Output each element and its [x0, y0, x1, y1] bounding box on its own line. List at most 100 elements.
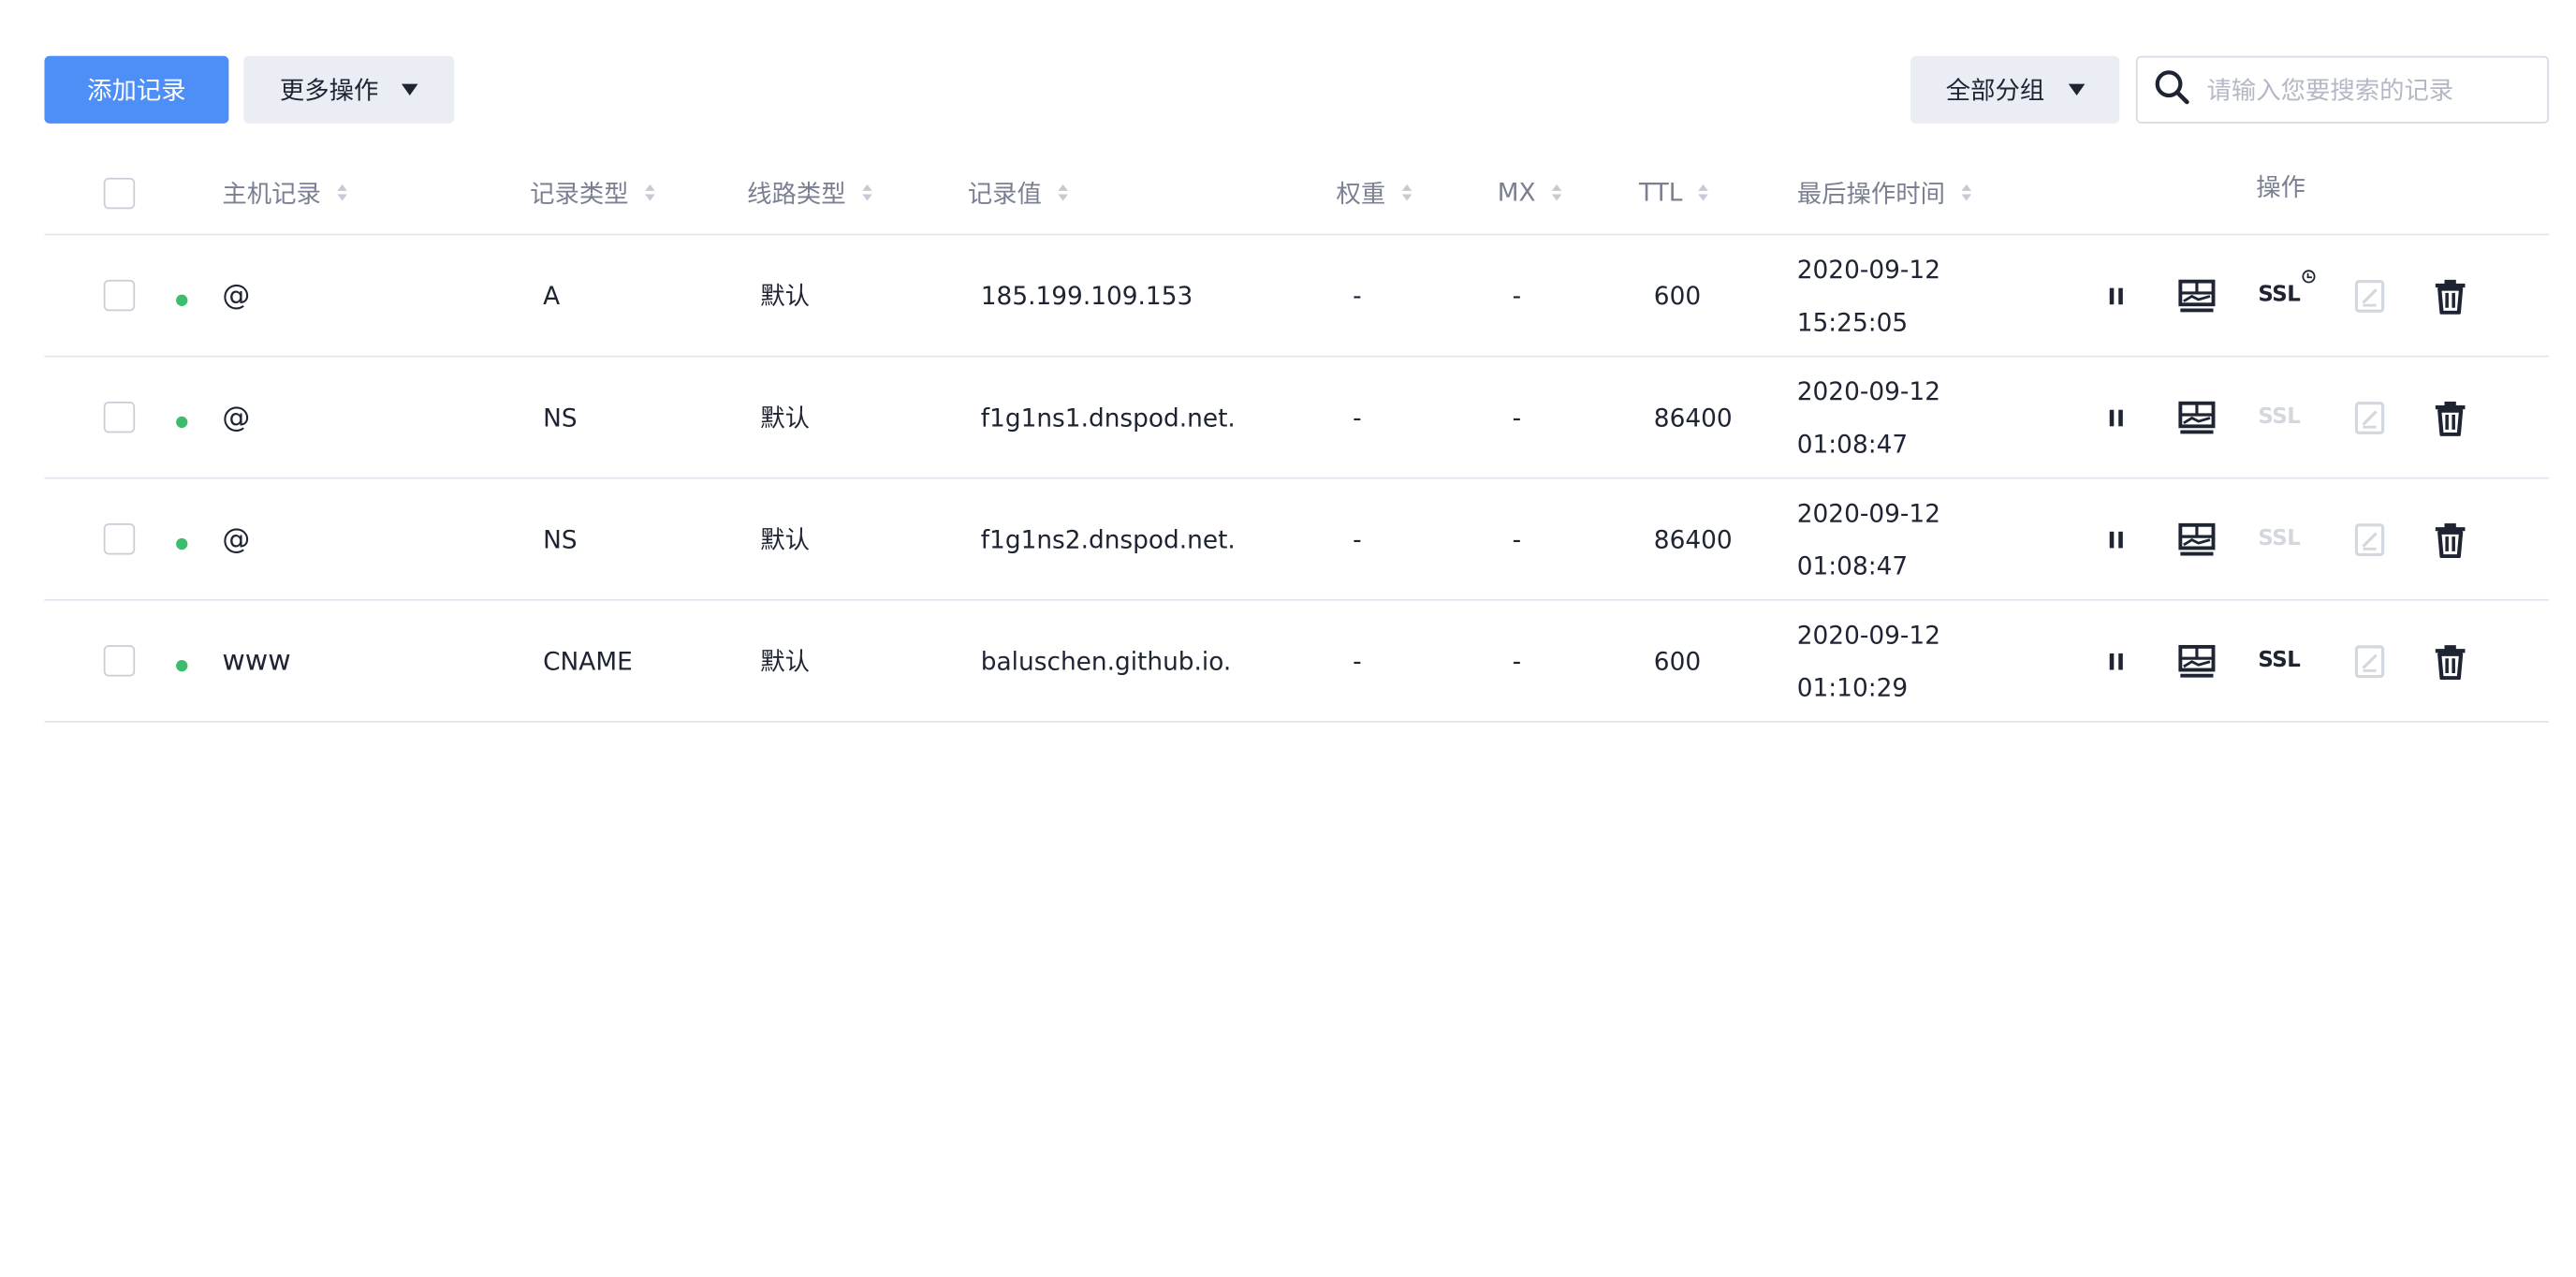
monitor-button[interactable] [2174, 601, 2219, 721]
delete-button[interactable] [2427, 601, 2473, 721]
last-modified: 2020-09-12 01:10:29 [1797, 601, 1940, 721]
row-select-cell [103, 235, 136, 355]
last-modified-date: 2020-09-12 [1796, 497, 1941, 528]
col-line-label: 线路类型 [747, 178, 846, 209]
weight-value: - [1353, 402, 1362, 433]
type-value: A [543, 280, 561, 311]
add-record-label: 添加记录 [87, 75, 186, 106]
monitor-button[interactable] [2174, 479, 2219, 599]
col-time[interactable]: 最后操作时间 [1796, 152, 1972, 234]
search-box [2135, 55, 2550, 124]
group-filter-dropdown[interactable]: 全部分组 [1910, 55, 2120, 124]
select-all-checkbox[interactable] [103, 176, 136, 209]
col-ttl[interactable]: TTL [1639, 152, 1709, 234]
col-weight-label: 权重 [1336, 178, 1386, 209]
trash-icon [2435, 644, 2466, 680]
edit-icon [2354, 522, 2385, 556]
table-row: @ A 默认 185.199.109.153 - - 600 2020-09-1… [44, 235, 2550, 358]
delete-button[interactable] [2427, 235, 2473, 355]
host-value: @ [222, 522, 251, 556]
record-value: 185.199.109.153 [980, 280, 1193, 311]
status-dot [176, 659, 188, 672]
pause-button[interactable] [2093, 235, 2139, 355]
mx-value: - [1512, 523, 1522, 554]
sort-icon [1698, 183, 1709, 201]
status-cell [176, 235, 188, 355]
pause-icon [2109, 653, 2123, 669]
chevron-down-icon [2067, 83, 2085, 95]
col-line[interactable]: 线路类型 [747, 152, 872, 234]
ttl-value: 600 [1653, 280, 1702, 311]
edit-icon [2354, 279, 2385, 312]
edit-button[interactable] [2347, 235, 2393, 355]
ssl-label: SSL [2258, 404, 2301, 430]
last-modified-date: 2020-09-12 [1796, 375, 1941, 406]
dns-records-panel: 添加记录 更多操作 全部分组 主机记录 记录类型 [0, 0, 2576, 1277]
ssl-button[interactable]: SSL [2256, 235, 2316, 355]
col-host[interactable]: 主机记录 [222, 152, 347, 234]
last-modified-date: 2020-09-12 [1796, 619, 1941, 650]
monitor-button[interactable] [2174, 235, 2219, 355]
monitor-button[interactable] [2174, 357, 2219, 477]
status-cell [176, 601, 188, 721]
col-value-label: 记录值 [967, 178, 1042, 209]
trash-icon [2435, 278, 2466, 314]
table-body: @ A 默认 185.199.109.153 - - 600 2020-09-1… [44, 235, 2550, 723]
more-actions-dropdown[interactable]: 更多操作 [243, 55, 455, 124]
ttl-value: 600 [1653, 646, 1702, 676]
host-value: @ [222, 278, 251, 313]
row-select-cell [103, 479, 136, 599]
sort-icon [337, 183, 347, 201]
line-value: 默认 [760, 403, 810, 433]
row-checkbox[interactable] [103, 523, 136, 555]
search-input[interactable] [2203, 73, 2524, 107]
col-time-label: 最后操作时间 [1796, 178, 1945, 209]
search-icon [2138, 68, 2203, 111]
row-select-cell [103, 601, 136, 721]
table-row: @ NS 默认 f1g1ns1.dnspod.net. - - 86400 20… [44, 357, 2550, 479]
sort-icon [1961, 183, 1972, 201]
col-weight[interactable]: 权重 [1336, 152, 1412, 234]
col-type[interactable]: 记录类型 [530, 152, 655, 234]
host-value: @ [222, 401, 251, 434]
monitor-icon [2178, 278, 2216, 312]
mx-value: - [1512, 402, 1522, 433]
col-ops: 操作 [2256, 145, 2305, 228]
type-value: NS [543, 523, 578, 554]
table-header: 主机记录 记录类型 线路类型 记录值 权重 MX TTL 最后操作时间 操作 [44, 152, 2550, 236]
col-mx[interactable]: MX [1498, 152, 1562, 234]
pause-button[interactable] [2093, 479, 2139, 599]
pause-icon [2109, 286, 2123, 304]
row-checkbox[interactable] [103, 645, 136, 677]
last-modified-time: 01:10:29 [1796, 672, 1909, 702]
edit-button[interactable] [2347, 601, 2393, 721]
ttl-value: 86400 [1653, 523, 1733, 554]
row-checkbox[interactable] [103, 279, 136, 312]
delete-button[interactable] [2427, 357, 2473, 477]
edit-icon [2354, 401, 2385, 434]
col-ops-label: 操作 [2256, 171, 2305, 202]
edit-button[interactable] [2347, 357, 2393, 477]
mx-value: - [1512, 280, 1522, 311]
add-record-button[interactable]: 添加记录 [44, 55, 229, 124]
ttl-value: 86400 [1653, 402, 1733, 433]
col-value[interactable]: 记录值 [968, 152, 1068, 234]
last-modified: 2020-09-12 01:08:47 [1797, 357, 1940, 477]
col-host-label: 主机记录 [222, 178, 321, 209]
ssl-button[interactable]: SSL [2256, 601, 2302, 721]
delete-button[interactable] [2427, 479, 2473, 599]
pause-icon [2109, 530, 2123, 548]
line-value: 默认 [760, 281, 810, 312]
last-modified-time: 01:08:47 [1796, 550, 1909, 580]
row-checkbox[interactable] [103, 401, 136, 433]
toolbar: 添加记录 更多操作 全部分组 [44, 55, 2576, 124]
ssl-button[interactable]: SSL [2256, 357, 2302, 477]
pause-button[interactable] [2093, 357, 2139, 477]
ssl-button[interactable]: SSL [2256, 479, 2302, 599]
pause-button[interactable] [2093, 601, 2139, 721]
host-value: www [222, 644, 291, 678]
status-dot [176, 537, 188, 550]
trash-icon [2435, 522, 2466, 558]
edit-button[interactable] [2347, 479, 2393, 599]
row-select-cell [103, 357, 136, 477]
